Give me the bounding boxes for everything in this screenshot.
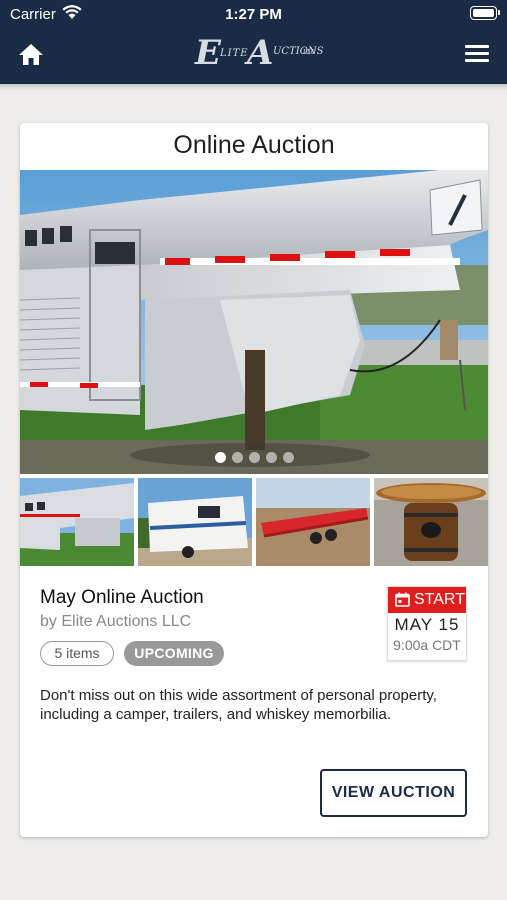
carousel-dot[interactable]: [231, 452, 243, 463]
carousel-dots: [20, 452, 488, 463]
status-time: 1:27 PM: [225, 6, 282, 23]
elite-auctions-logo: E LITE A UCTIONS LLC: [195, 33, 324, 73]
hero-image: [20, 170, 488, 474]
start-day: MAY 15: [394, 615, 460, 634]
start-date-box: START MAY 15 9:00a CDT: [387, 586, 467, 661]
card-title: Online Auction: [173, 131, 335, 159]
hero-carousel[interactable]: [20, 170, 488, 474]
thumbnail-trailer[interactable]: [20, 478, 134, 566]
status-bar: Carrier 1:27 PM: [0, 0, 507, 28]
view-auction-button[interactable]: VIEW AUCTION: [320, 769, 467, 817]
start-date-header: START: [388, 587, 466, 613]
thumbnail-flatbed-trailer[interactable]: [256, 478, 370, 566]
hamburger-menu-icon[interactable]: [465, 45, 489, 63]
carousel-dot[interactable]: [282, 452, 294, 463]
thumbnail-strip: [20, 478, 488, 566]
calendar-icon: [395, 592, 410, 607]
app-header: Carrier 1:27 PM E LITE A UCTIONS LLC: [0, 0, 507, 84]
start-time: 9:00a CDT: [393, 637, 461, 653]
start-label: START: [414, 591, 465, 608]
thumbnail-whiskey-barrel[interactable]: [374, 478, 488, 566]
auction-organizer: by Elite Auctions LLC: [40, 613, 192, 630]
auction-description: Don't miss out on this wide assortment o…: [40, 687, 437, 723]
battery-icon: [470, 6, 500, 20]
carousel-dot[interactable]: [214, 452, 226, 463]
carousel-dot[interactable]: [265, 452, 277, 463]
thumbnail-camper[interactable]: [138, 478, 252, 566]
carousel-dot[interactable]: [248, 452, 260, 463]
home-icon[interactable]: [18, 42, 44, 66]
status-badge: UPCOMING: [124, 641, 224, 666]
auction-card: Online Auction May Online Auction by Eli…: [20, 123, 488, 837]
auction-name: May Online Auction: [40, 587, 204, 608]
header-shadow: [0, 84, 507, 90]
items-count-badge: 5 items: [40, 641, 114, 666]
